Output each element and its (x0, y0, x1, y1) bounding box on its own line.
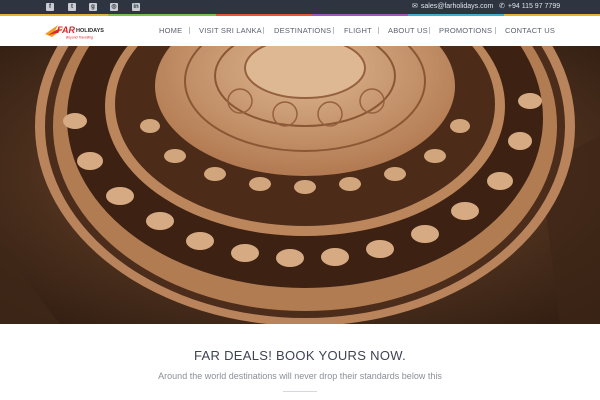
linkedin-icon[interactable]: in (132, 3, 140, 11)
email-link[interactable]: ✉ sales@farholidays.com (412, 2, 493, 12)
nav-visit-sri-lanka[interactable]: VISIT SRI LANKA (199, 26, 262, 35)
site-header: FAR HOLIDAYS Beyond Travelling HOME VISI… (0, 16, 600, 47)
nav-separator (333, 27, 334, 34)
nav-separator (189, 27, 190, 34)
nav-flight[interactable]: FLIGHT (344, 26, 372, 35)
google-plus-icon[interactable]: g (89, 3, 97, 11)
deals-heading: FAR DEALS! BOOK YOURS NOW. (194, 348, 406, 363)
nav-home[interactable]: HOME (159, 26, 182, 35)
top-bar: f t g ◎ in ✉ sales@farholidays.com ✆ +94 1… (0, 0, 600, 14)
phone-icon: ✆ (499, 3, 505, 10)
section-divider (283, 391, 317, 392)
nav-destinations[interactable]: DESTINATIONS (274, 26, 331, 35)
nav-promotions[interactable]: PROMOTIONS (439, 26, 492, 35)
facebook-icon[interactable]: f (46, 3, 54, 11)
svg-text:FAR: FAR (57, 25, 76, 35)
instagram-icon[interactable]: ◎ (110, 3, 118, 11)
hero-banner (0, 46, 600, 324)
nav-separator (429, 27, 430, 34)
svg-text:HOLIDAYS: HOLIDAYS (76, 28, 104, 34)
nav-separator (378, 27, 379, 34)
far-holidays-logo[interactable]: FAR HOLIDAYS Beyond Travelling (44, 22, 106, 40)
nav-separator (263, 27, 264, 34)
nav-contact-us[interactable]: CONTACT US (505, 26, 555, 35)
svg-text:Beyond Travelling: Beyond Travelling (66, 36, 93, 40)
twitter-icon[interactable]: t (68, 3, 76, 11)
nav-separator (495, 27, 496, 34)
phone-link[interactable]: ✆ +94 115 97 7799 (499, 2, 560, 12)
deals-subtitle: Around the world destinations will never… (158, 371, 442, 381)
moonstone-image (0, 46, 600, 324)
envelope-icon: ✉ (412, 3, 418, 10)
nav-about-us[interactable]: ABOUT US (388, 26, 428, 35)
